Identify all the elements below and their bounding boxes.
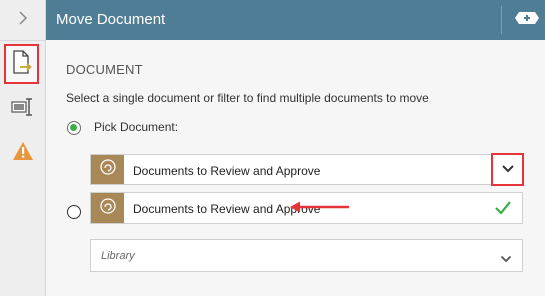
chevron-down-icon — [501, 161, 515, 179]
checkmark-icon — [494, 199, 512, 222]
move-document-icon — [11, 49, 33, 80]
move-document-button[interactable] — [4, 44, 39, 84]
add-icon — [514, 11, 540, 30]
warning-icon — [12, 141, 34, 166]
page-title: Move Document — [56, 11, 166, 28]
properties-icon — [10, 97, 36, 122]
expand-button[interactable] — [0, 0, 45, 41]
section-title: DOCUMENT — [66, 62, 143, 77]
instructions-text: Select a single document or filter to fi… — [66, 91, 429, 105]
library-placeholder: Library — [101, 250, 135, 262]
properties-button[interactable] — [0, 92, 45, 126]
document-icon — [99, 197, 117, 220]
document-badge — [91, 193, 124, 223]
document-badge — [91, 155, 124, 184]
selected-document-text: Documents to Review and Approve — [133, 164, 321, 178]
pick-document-label: Pick Document: — [94, 120, 179, 134]
main-content: DOCUMENT Select a single document or fil… — [46, 40, 545, 296]
document-dropdown-toggle[interactable] — [491, 153, 524, 186]
header-divider — [501, 6, 502, 34]
filter-documents-radio[interactable] — [67, 205, 81, 219]
chevron-right-icon — [18, 10, 28, 31]
pointer-arrow-icon — [289, 200, 351, 219]
warning-button[interactable] — [0, 136, 45, 170]
document-icon — [99, 158, 117, 181]
pick-document-radio[interactable] — [67, 121, 81, 135]
panel-header: Move Document — [46, 0, 545, 40]
chevron-down-icon — [500, 251, 512, 269]
left-rail — [0, 0, 46, 296]
library-select[interactable]: Library — [90, 239, 523, 272]
add-button[interactable] — [514, 11, 540, 30]
document-select[interactable]: Documents to Review and Approve — [90, 153, 524, 186]
